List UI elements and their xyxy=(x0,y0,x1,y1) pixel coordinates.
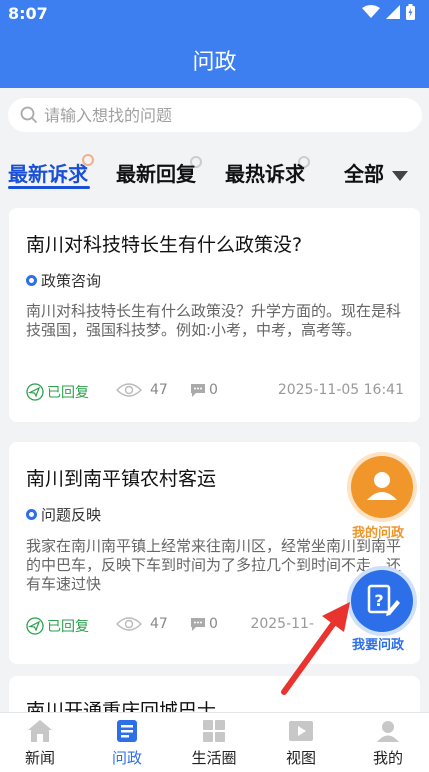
tab-latest-replies[interactable]: 最新回复 xyxy=(116,158,196,187)
card-body: 我家在南川南平镇上经常来往南川区，经常坐南川到南平的中巴车，反映下车到时间为了多… xyxy=(26,537,402,593)
comments-value: 0 xyxy=(209,616,218,632)
my-questions-label[interactable]: 我的问政 xyxy=(352,522,404,541)
question-card[interactable]: 南川对科技特长生有什么政策没? 政策咨询 南川对科技特长生有什么政策没？升学方面… xyxy=(9,208,420,422)
svg-text:?: ? xyxy=(374,591,383,610)
nav-label: 新闻 xyxy=(24,749,55,767)
video-icon xyxy=(289,721,313,741)
replied-status: 已回复 xyxy=(26,616,89,636)
view-count: 47 xyxy=(116,616,168,632)
tab-all-label: 全部 xyxy=(344,162,384,186)
card-title: 南川对科技特长生有什么政策没? xyxy=(26,234,303,256)
edit-question-icon: ? xyxy=(367,584,400,616)
nav-video[interactable]: 视图 xyxy=(266,719,336,768)
comment-icon xyxy=(191,617,205,631)
annotation-arrow-icon xyxy=(281,602,350,695)
user-icon xyxy=(367,472,397,500)
nav-label: 问政 xyxy=(111,749,142,767)
nav-news[interactable]: 新闻 xyxy=(5,719,75,768)
eye-icon xyxy=(116,383,142,397)
comment-count: 0 xyxy=(190,382,218,398)
category-label: 政策咨询 xyxy=(41,272,102,290)
chevron-down-icon xyxy=(392,170,408,181)
battery-icon xyxy=(406,4,415,20)
top-app-bar: 8:07 问政 xyxy=(0,0,429,88)
search-icon xyxy=(20,106,38,124)
card-date: 2025-11-05 16:41 xyxy=(277,382,404,398)
my-questions-button[interactable] xyxy=(351,456,413,518)
views-value: 47 xyxy=(150,382,168,398)
status-bar: 8:07 xyxy=(0,0,429,26)
comment-count: 0 xyxy=(190,616,218,632)
card-category: 政策咨询 xyxy=(26,270,101,291)
status-label: 已回复 xyxy=(47,385,89,401)
nav-wenzheng[interactable]: 问政 xyxy=(92,719,162,768)
tab-hottest-requests[interactable]: 最热诉求 xyxy=(225,158,305,187)
home-icon xyxy=(28,720,52,742)
comment-icon xyxy=(191,383,205,397)
view-count: 47 xyxy=(116,382,168,398)
nav-label: 我的 xyxy=(372,749,403,767)
views-value: 47 xyxy=(150,616,168,632)
status-icons xyxy=(362,4,415,20)
nav-label: 生活圈 xyxy=(191,749,237,767)
card-meta: 已回复 47 0 2025-11-05 16:41 xyxy=(26,382,404,402)
eye-icon xyxy=(116,617,142,631)
document-icon xyxy=(117,720,137,742)
comments-value: 0 xyxy=(209,382,218,398)
grid-icon xyxy=(203,720,225,742)
bottom-nav: 新闻 问政 生活圈 视图 我的 xyxy=(0,712,429,772)
card-body: 南川对科技特长生有什么政策没？升学方面的。现在是科技强国，强国科技梦。例如:小考… xyxy=(26,302,402,339)
nav-label: 视图 xyxy=(285,749,316,767)
status-label: 已回复 xyxy=(47,619,89,635)
tab-all-dropdown[interactable]: 全部 xyxy=(344,158,408,187)
category-label: 问题反映 xyxy=(41,506,102,524)
search-input[interactable] xyxy=(44,105,384,125)
paper-plane-icon xyxy=(26,617,44,635)
wifi-icon xyxy=(362,5,380,18)
ask-question-button[interactable]: ? xyxy=(351,570,413,632)
card-title: 南川到南平镇农村客运 xyxy=(26,468,217,490)
category-icon xyxy=(26,275,37,286)
nav-life-circle[interactable]: 生活圈 xyxy=(179,719,249,768)
status-time: 8:07 xyxy=(8,4,48,23)
signal-icon xyxy=(386,5,400,19)
page-title: 问政 xyxy=(192,50,237,75)
nav-mine[interactable]: 我的 xyxy=(353,719,423,768)
card-category: 问题反映 xyxy=(26,504,101,525)
replied-status: 已回复 xyxy=(26,382,89,402)
paper-plane-icon xyxy=(26,383,44,401)
tab-latest-requests[interactable]: 最新诉求 xyxy=(8,158,88,187)
search-bar[interactable] xyxy=(8,98,422,132)
user-icon xyxy=(377,721,399,742)
active-tab-indicator xyxy=(8,186,90,189)
category-tabs: 最新诉求 最新回复 最热诉求 全部 xyxy=(0,150,429,194)
category-icon xyxy=(26,509,37,520)
